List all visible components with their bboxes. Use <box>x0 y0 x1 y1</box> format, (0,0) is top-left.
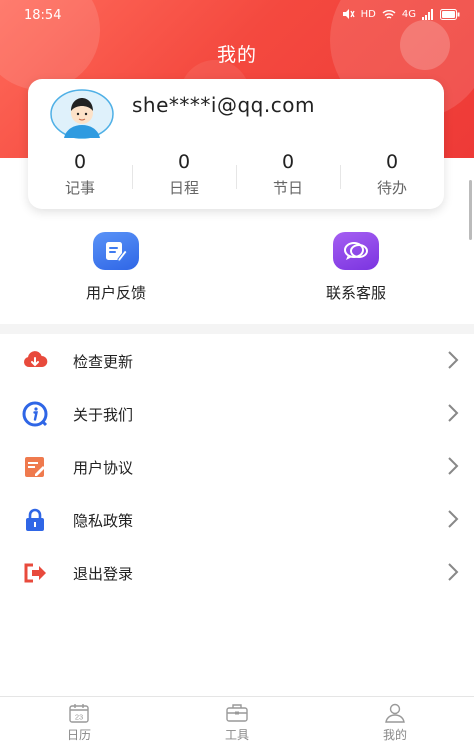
chevron-right-icon <box>448 351 459 369</box>
profile-card: she****i@qq.com 0 记事 0 日程 0 节日 0 待办 <box>28 79 444 209</box>
cloud-download-icon <box>23 351 48 367</box>
chevron-right-icon <box>448 404 459 422</box>
settings-menu: 检查更新 关于我们 用户协议 隐私政策 退出登录 <box>0 334 474 599</box>
lock-icon <box>26 508 44 531</box>
tab-tools[interactable]: 工具 <box>158 697 316 748</box>
tab-label: 工具 <box>224 728 249 742</box>
stat-schedule[interactable]: 0 日程 <box>132 151 236 205</box>
stat-notes[interactable]: 0 记事 <box>28 151 132 205</box>
menu-label: 检查更新 <box>73 353 134 371</box>
logout-icon <box>24 563 46 583</box>
tab-mine[interactable]: 我的 <box>316 697 474 748</box>
stat-label: 日程 <box>168 179 199 197</box>
stat-holidays[interactable]: 0 节日 <box>236 151 340 205</box>
tab-label: 我的 <box>382 728 407 742</box>
status-icons: HD 4G <box>341 8 460 20</box>
stat-label: 节日 <box>272 179 303 197</box>
menu-item-logout[interactable]: 退出登录 <box>0 546 474 599</box>
signal-icon <box>422 8 433 20</box>
customer-service-button[interactable]: 联系客服 <box>286 232 426 303</box>
stat-value: 0 <box>177 151 191 173</box>
chevron-right-icon <box>448 510 459 528</box>
feedback-icon <box>93 232 139 270</box>
menu-label: 退出登录 <box>73 565 134 583</box>
wifi-icon <box>382 9 396 19</box>
bottom-tab-bar: 23 日历 工具 我的 <box>0 696 474 748</box>
info-icon <box>22 401 48 427</box>
page-title: 我的 <box>216 44 257 66</box>
stat-value: 0 <box>385 151 399 173</box>
tab-label: 日历 <box>66 728 91 742</box>
user-email: she****i@qq.com <box>132 93 315 117</box>
feedback-button[interactable]: 用户反馈 <box>46 232 186 303</box>
stat-label: 记事 <box>64 179 95 197</box>
customer-service-label: 联系客服 <box>325 284 386 302</box>
calendar-icon: 23 <box>69 704 89 723</box>
chevron-right-icon <box>448 457 459 475</box>
menu-item-privacy-policy[interactable]: 隐私政策 <box>0 493 474 546</box>
scrollbar[interactable] <box>469 180 472 240</box>
menu-label: 隐私政策 <box>73 512 134 530</box>
feedback-label: 用户反馈 <box>85 284 146 302</box>
menu-label: 关于我们 <box>73 406 134 424</box>
mute-icon <box>342 9 355 19</box>
status-bar: 18:54 HD 4G <box>0 0 474 30</box>
stat-todo[interactable]: 0 待办 <box>340 151 444 205</box>
quick-actions: 用户反馈 联系客服 <box>0 232 474 312</box>
person-icon <box>385 703 405 723</box>
menu-label: 用户协议 <box>73 459 134 477</box>
menu-item-check-update[interactable]: 检查更新 <box>0 334 474 387</box>
tab-calendar[interactable]: 23 日历 <box>0 697 158 748</box>
toolbox-icon <box>226 704 248 722</box>
section-divider <box>0 324 474 334</box>
document-edit-icon <box>25 457 45 477</box>
battery-icon <box>440 8 460 20</box>
menu-item-about-us[interactable]: 关于我们 <box>0 387 474 440</box>
menu-item-user-agreement[interactable]: 用户协议 <box>0 440 474 493</box>
status-time: 18:54 <box>24 8 62 23</box>
stat-value: 0 <box>281 151 295 173</box>
hd-label: HD <box>360 8 376 20</box>
network-label: 4G <box>401 8 416 20</box>
stat-value: 0 <box>73 151 87 173</box>
stats-row: 0 记事 0 日程 0 节日 0 待办 <box>28 151 444 205</box>
stat-label: 待办 <box>376 179 407 197</box>
avatar[interactable] <box>50 89 114 139</box>
chat-icon <box>333 232 379 270</box>
chevron-right-icon <box>448 563 459 581</box>
calendar-day-badge: 23 <box>75 713 83 722</box>
